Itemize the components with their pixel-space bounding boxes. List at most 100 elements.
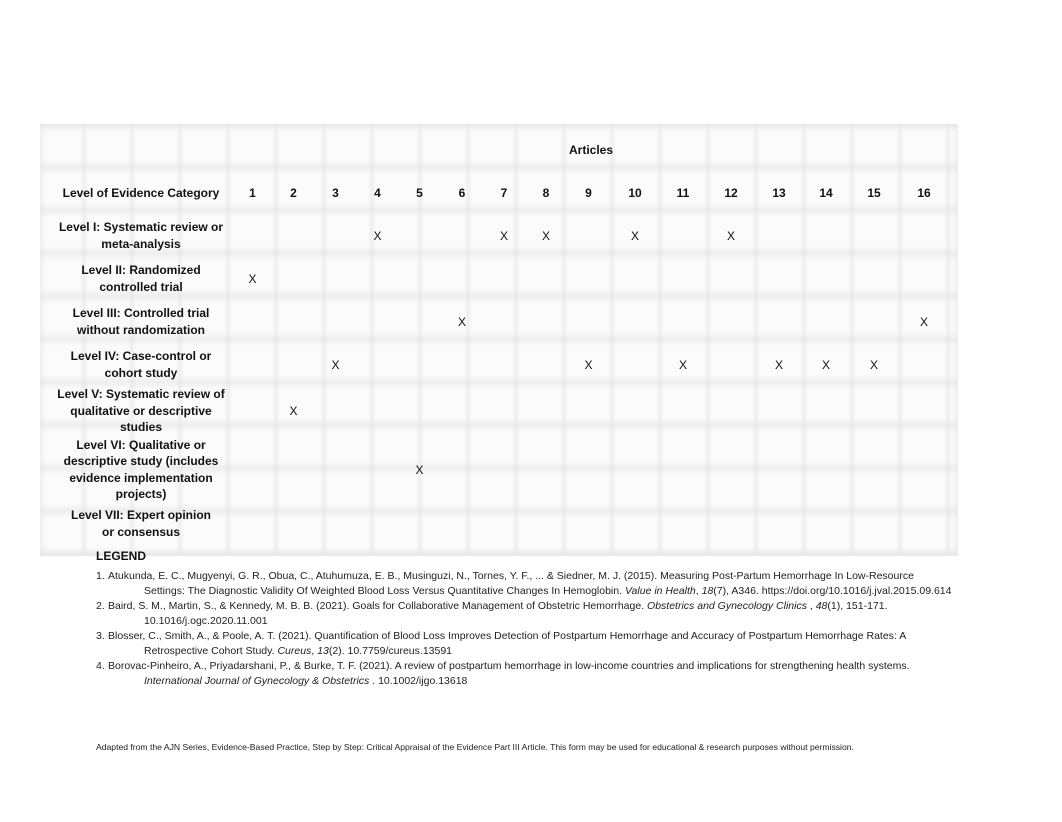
empty-cell bbox=[706, 343, 756, 386]
empty-cell bbox=[567, 386, 610, 436]
empty-cell bbox=[756, 386, 802, 436]
empty-cell bbox=[273, 504, 314, 544]
article-number-header: 12 bbox=[724, 186, 738, 200]
empty-cell bbox=[273, 436, 314, 504]
empty-cell bbox=[483, 257, 525, 300]
evidence-level-label: Level VII: Expert opinion or consensus bbox=[50, 504, 232, 544]
article-number-header: 1 bbox=[249, 186, 256, 200]
empty-cell bbox=[441, 214, 483, 257]
evidence-level-row: Level V: Systematic review of qualitative… bbox=[50, 386, 950, 436]
marked-cell: X bbox=[774, 357, 783, 372]
empty-cell bbox=[232, 436, 273, 504]
empty-cell bbox=[232, 386, 273, 436]
marked-cell: X bbox=[499, 228, 508, 243]
evidence-level-row: Level II: Randomized controlled trial X bbox=[50, 257, 950, 300]
marked-cell: X bbox=[373, 228, 382, 243]
empty-cell bbox=[232, 504, 273, 544]
article-numbers-row: Level of Evidence Category 1 2 3 4 5 6 7 8 9 10 11… bbox=[50, 172, 950, 214]
empty-cell bbox=[567, 504, 610, 544]
empty-cell bbox=[357, 386, 398, 436]
article-number-header: 11 bbox=[676, 186, 690, 200]
empty-cell bbox=[314, 300, 357, 343]
evidence-level-label: Level I: Systematic review or meta-analys… bbox=[50, 214, 232, 257]
reference-volume: 13 bbox=[317, 644, 329, 657]
empty-cell bbox=[898, 504, 950, 544]
empty-cell bbox=[273, 300, 314, 343]
article-number-header: 5 bbox=[416, 186, 423, 200]
empty-cell bbox=[756, 214, 802, 257]
empty-cell bbox=[802, 504, 850, 544]
empty-cell bbox=[802, 257, 850, 300]
evidence-level-row: Level VI: Qualitative or descriptive stud… bbox=[50, 436, 950, 504]
reference-separator: , bbox=[806, 600, 816, 613]
reference-details: (7), A346. https://doi.org/10.1016/j.jva… bbox=[713, 584, 952, 597]
article-number-header: 6 bbox=[458, 186, 466, 200]
article-number-header: 14 bbox=[819, 186, 833, 200]
empty-cell bbox=[850, 386, 898, 436]
empty-cell bbox=[525, 504, 567, 544]
empty-cell bbox=[756, 257, 802, 300]
evidence-level-label: Level II: Randomized controlled trial bbox=[50, 257, 232, 300]
empty-cell bbox=[660, 436, 706, 504]
evidence-table: Articles Level of Evidence Category 1234… bbox=[50, 128, 950, 544]
evidence-level-label-line: or consensus bbox=[101, 524, 181, 539]
evidence-level-row: Level VII: Expert opinion or consensus bbox=[50, 504, 950, 544]
evidence-level-label-line: Level VI: Qualitative or bbox=[76, 437, 206, 452]
empty-cell bbox=[483, 343, 525, 386]
empty-cell bbox=[525, 436, 567, 504]
marked-cell: X bbox=[415, 462, 424, 477]
empty-cell bbox=[567, 436, 610, 504]
empty-cell bbox=[273, 343, 314, 386]
empty-cell bbox=[898, 257, 950, 300]
marked-cell: X bbox=[289, 403, 298, 418]
footer-note: Adapted from the AJN Series, Evidence-Ba… bbox=[96, 742, 854, 752]
empty-cell bbox=[802, 300, 850, 343]
empty-cell bbox=[441, 436, 483, 504]
reference-number: 4. bbox=[96, 660, 105, 673]
empty-cell bbox=[525, 300, 567, 343]
reference-text: Blosser, C., Smith, A., & Poole, A. T. (… bbox=[108, 630, 906, 657]
reference-volume: 18 bbox=[701, 584, 714, 597]
article-number-header: 8 bbox=[542, 186, 550, 200]
empty-cell bbox=[441, 386, 483, 436]
empty-cell bbox=[357, 300, 398, 343]
empty-cell bbox=[567, 257, 610, 300]
article-number-header: 7 bbox=[500, 186, 508, 200]
article-number-header: 4 bbox=[374, 186, 381, 200]
reference-separator: . bbox=[369, 675, 379, 688]
empty-cell bbox=[706, 300, 756, 343]
marked-cell: X bbox=[821, 357, 830, 372]
empty-cell bbox=[802, 436, 850, 504]
evidence-level-label-line: Level III: Controlled trial bbox=[72, 306, 210, 320]
empty-cell bbox=[483, 300, 525, 343]
empty-cell bbox=[398, 343, 441, 386]
empty-cell bbox=[398, 257, 441, 300]
marked-cell: X bbox=[919, 314, 928, 329]
empty-cell bbox=[610, 343, 660, 386]
reference-number: 3. bbox=[96, 630, 105, 643]
empty-cell bbox=[314, 436, 357, 504]
article-number-header: 10 bbox=[628, 186, 642, 200]
marked-cell: X bbox=[584, 357, 593, 372]
evidence-level-label-line: studies bbox=[119, 420, 162, 434]
empty-cell bbox=[802, 386, 850, 436]
reference-text: Borovac-Pinheiro, A., Priyadarshani, P.,… bbox=[108, 660, 910, 673]
empty-cell bbox=[706, 257, 756, 300]
empty-cell bbox=[660, 214, 706, 257]
reference-item: 2. Baird, S. M., Martin, S., & Kennedy, M… bbox=[96, 599, 952, 629]
marked-cell: X bbox=[726, 228, 735, 243]
evidence-level-row: Level III: Controlled trial without rando… bbox=[50, 300, 950, 343]
evidence-level-label: Level III: Controlled trial without rando… bbox=[50, 300, 232, 343]
empty-cell bbox=[898, 343, 950, 386]
empty-cell bbox=[232, 343, 273, 386]
empty-cell bbox=[610, 257, 660, 300]
legend-title: LEGEND bbox=[96, 549, 147, 563]
empty-cell bbox=[525, 343, 567, 386]
empty-cell bbox=[610, 436, 660, 504]
evidence-level-label: Level IV: Case-control or cohort study bbox=[50, 343, 232, 386]
evidence-level-label-line: Level VII: Expert opinion bbox=[70, 508, 212, 522]
reference-journal: International Journal of Gynecology & Ob… bbox=[144, 675, 370, 688]
articles-header-row: Articles bbox=[50, 128, 950, 172]
evidence-level-label-line: Level II: Randomized bbox=[81, 263, 201, 277]
empty-cell bbox=[232, 214, 273, 257]
